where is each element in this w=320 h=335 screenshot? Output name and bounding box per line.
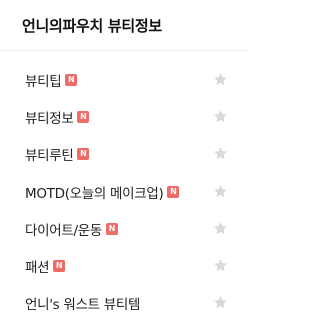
list-item-label: 다이어트/운동: [25, 222, 102, 239]
list-item-label: 패션: [25, 260, 50, 277]
new-badge: N: [77, 110, 90, 123]
list-item-label: MOTD(오늘의 메이크업): [25, 185, 164, 202]
category-list: 뷰티팁 N 뷰티정보 N 뷰티루틴 N MOTD(오늘의 메이크업) N 다이어…: [0, 61, 249, 322]
star-icon[interactable]: [213, 109, 228, 124]
star-icon[interactable]: [213, 221, 228, 236]
panel-title: 언니의파우치 뷰티정보: [22, 17, 162, 35]
list-item-label: 뷰티팁: [25, 73, 62, 90]
title-divider: [0, 50, 249, 51]
list-item-label: 뷰티루틴: [25, 148, 74, 165]
new-badge: N: [105, 222, 118, 235]
list-item[interactable]: 패션 N: [0, 247, 249, 284]
list-item[interactable]: 뷰티정보 N: [0, 98, 249, 135]
list-item[interactable]: 다이어트/운동 N: [0, 210, 249, 247]
new-badge: N: [53, 260, 66, 273]
star-icon[interactable]: [213, 258, 228, 273]
list-item-label: 언니's 워스트 뷰티템: [25, 297, 141, 314]
star-icon[interactable]: [213, 295, 228, 310]
list-item[interactable]: MOTD(오늘의 메이크업) N: [0, 173, 249, 210]
star-icon[interactable]: [213, 72, 228, 87]
star-icon[interactable]: [213, 146, 228, 161]
list-item[interactable]: 뷰티루틴 N: [0, 136, 249, 173]
new-badge: N: [77, 148, 90, 161]
new-badge: N: [65, 73, 78, 86]
new-badge: N: [167, 185, 180, 198]
star-icon[interactable]: [213, 184, 228, 199]
list-item[interactable]: 언니's 워스트 뷰티템: [0, 285, 249, 322]
list-item-label: 뷰티정보: [25, 110, 74, 127]
list-item[interactable]: 뷰티팁 N: [0, 61, 249, 98]
beauty-info-panel: 언니의파우치 뷰티정보 뷰티팁 N 뷰티정보 N 뷰티루틴 N MOTD(오늘의…: [0, 0, 249, 335]
